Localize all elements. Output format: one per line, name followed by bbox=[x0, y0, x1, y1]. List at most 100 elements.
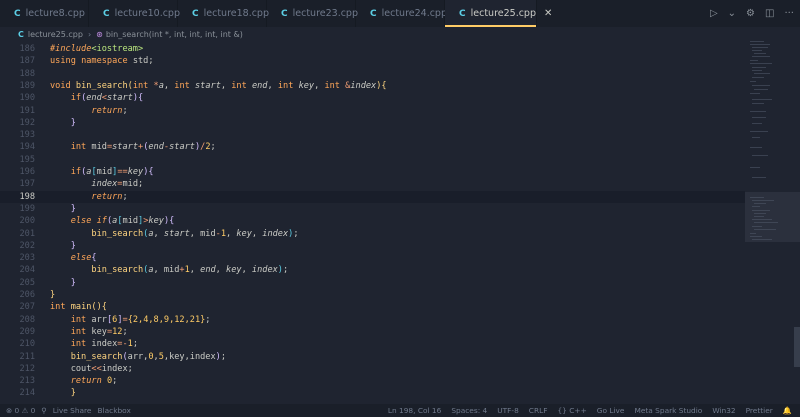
line-number: 210 bbox=[19, 339, 35, 350]
code-line: 212 cout<<index; bbox=[0, 363, 745, 375]
more-icon[interactable]: ··· bbox=[784, 8, 794, 19]
language-mode[interactable]: {} C++ bbox=[557, 406, 586, 415]
close-icon[interactable]: ✕ bbox=[544, 8, 552, 19]
code-line: 210 int index=-1; bbox=[0, 338, 745, 350]
code-line: 194 int mid=start+(end-start)/2; bbox=[0, 141, 745, 153]
function-icon: ⊛ bbox=[96, 29, 103, 39]
editor-actions: ▷ ⌄ ⚙ ◫ ··· bbox=[710, 0, 794, 27]
line-number: 208 bbox=[19, 314, 35, 325]
line-number: 196 bbox=[19, 167, 35, 177]
code-line: 199 } bbox=[0, 203, 745, 215]
code-line: 203 else{ bbox=[0, 252, 745, 264]
breadcrumb: C lecture25.cpp › ⊛ bin_search(int *, in… bbox=[0, 27, 800, 41]
line-number: 204 bbox=[19, 265, 35, 276]
line-number: 214 bbox=[19, 388, 35, 399]
code-line: 204 bin_search(a, mid+1, end, key, index… bbox=[0, 264, 745, 276]
code-line: 191 return; bbox=[0, 105, 745, 117]
code-line: 189 void bin_search(int *a, int start, in… bbox=[0, 80, 745, 92]
tab-label: lecture24.cpp bbox=[381, 8, 447, 19]
line-number: 200 bbox=[19, 216, 35, 227]
code-line: 187 using namespace std; bbox=[0, 55, 745, 67]
chevron-down-icon[interactable]: ⌄ bbox=[728, 8, 736, 19]
cpp-file-icon: C bbox=[370, 8, 377, 19]
indentation[interactable]: Spaces: 4 bbox=[451, 406, 487, 415]
scrollbar[interactable] bbox=[794, 327, 800, 367]
breadcrumb-file[interactable]: lecture25.cpp bbox=[28, 30, 83, 39]
line-number: 203 bbox=[19, 253, 35, 264]
live-share-button[interactable]: Live Share bbox=[53, 406, 92, 415]
code-line: 205 } bbox=[0, 277, 745, 289]
code-line: 202 } bbox=[0, 240, 745, 252]
tab-bar: Clecture8.cpp Clecture10.cpp Clecture18.… bbox=[0, 0, 800, 27]
tab-lecture10[interactable]: Clecture10.cpp bbox=[89, 0, 180, 27]
go-live-button[interactable]: Go Live bbox=[597, 406, 625, 415]
line-number: 191 bbox=[19, 105, 35, 116]
line-number: 206 bbox=[19, 290, 35, 300]
tab-lecture8[interactable]: Clecture8.cpp bbox=[0, 0, 89, 27]
code-line: 207 int main(){ bbox=[0, 301, 745, 313]
cpp-file-icon: C bbox=[459, 8, 466, 19]
meta-spark-button[interactable]: Meta Spark Studio bbox=[634, 406, 702, 415]
code-line: 213 return 0; bbox=[0, 375, 745, 387]
run-icon[interactable]: ▷ bbox=[710, 8, 718, 19]
status-bar: ⊗ 0 ⚠ 0 ⚲ Live Share Blackbox Ln 198, Co… bbox=[0, 404, 800, 417]
line-number: 209 bbox=[19, 326, 35, 337]
tab-label: lecture18.cpp bbox=[203, 8, 269, 19]
code-line: 206} bbox=[0, 289, 745, 301]
code-line: 201 bin_search(a, start, mid-1, key, ind… bbox=[0, 228, 745, 240]
tab-lecture24[interactable]: Clecture24.cpp bbox=[356, 0, 447, 27]
cpp-file-icon: C bbox=[192, 8, 199, 19]
line-number: 213 bbox=[19, 376, 35, 387]
gear-icon[interactable]: ⚙ bbox=[746, 8, 755, 19]
line-number: 193 bbox=[19, 130, 35, 141]
ports-icon[interactable]: ⚲ bbox=[41, 406, 46, 415]
code-line: 190 if(end<start){ bbox=[0, 92, 745, 104]
line-number: 194 bbox=[19, 142, 35, 153]
code-line: 193 bbox=[0, 129, 745, 141]
split-editor-icon[interactable]: ◫ bbox=[765, 8, 774, 19]
code-line: 211 bin_search(arr,0,5,key,index); bbox=[0, 351, 745, 363]
code-line: 209 int key=12; bbox=[0, 326, 745, 338]
code-line: 195 bbox=[0, 154, 745, 166]
blackbox-button[interactable]: Blackbox bbox=[97, 406, 130, 415]
line-number: 189 bbox=[19, 80, 35, 91]
tab-label: lecture8.cpp bbox=[25, 8, 85, 19]
code-line: 200 else if(a[mid]>key){ bbox=[0, 215, 745, 227]
prettier-button[interactable]: Prettier bbox=[746, 406, 773, 415]
status-right: Ln 198, Col 16 Spaces: 4 UTF-8 CRLF {} C… bbox=[388, 404, 792, 417]
code-editor[interactable]: 186 #include<iostream> 187 using namespace… bbox=[0, 43, 745, 404]
chevron-right-icon: › bbox=[87, 29, 92, 39]
code-line: 196 if(a[mid]==key){ bbox=[0, 166, 745, 178]
line-number: 202 bbox=[19, 240, 35, 251]
line-number: 186 bbox=[19, 44, 35, 54]
tab-lecture18[interactable]: Clecture18.cpp bbox=[178, 0, 269, 27]
code-line: 208 int arr[6]={2,4,8,9,12,21}; bbox=[0, 314, 745, 326]
line-number: 195 bbox=[19, 154, 35, 165]
code-line-current: 198 return; bbox=[0, 190, 745, 203]
platform[interactable]: Win32 bbox=[712, 406, 735, 415]
line-number: 199 bbox=[19, 203, 35, 214]
tab-lecture25[interactable]: Clecture25.cpp ✕ bbox=[445, 0, 552, 27]
line-ending[interactable]: CRLF bbox=[529, 406, 548, 415]
cpp-file-icon: C bbox=[18, 29, 24, 39]
code-line: 188 bbox=[0, 68, 745, 80]
tab-label: lecture10.cpp bbox=[114, 8, 180, 19]
code-line: 197 index=mid; bbox=[0, 178, 745, 190]
line-number: 211 bbox=[19, 351, 35, 362]
line-number: 190 bbox=[19, 93, 35, 104]
line-number: 197 bbox=[19, 179, 35, 190]
minimap[interactable] bbox=[745, 27, 800, 404]
encoding[interactable]: UTF-8 bbox=[497, 406, 519, 415]
line-number: 198 bbox=[19, 191, 35, 202]
bell-icon[interactable]: 🔔 bbox=[783, 406, 792, 415]
line-number: 207 bbox=[19, 302, 35, 313]
line-number: 212 bbox=[19, 363, 35, 374]
problems-indicator[interactable]: ⊗ 0 ⚠ 0 bbox=[6, 406, 35, 415]
line-number: 188 bbox=[19, 68, 35, 79]
breadcrumb-symbol[interactable]: bin_search(int *, int, int, int, int &) bbox=[106, 30, 243, 39]
code-line: 192 } bbox=[0, 117, 745, 129]
cpp-file-icon: C bbox=[103, 8, 110, 19]
tab-lecture23[interactable]: Clecture23.cpp bbox=[267, 0, 358, 27]
cursor-position[interactable]: Ln 198, Col 16 bbox=[388, 406, 441, 415]
code-line: 214 } bbox=[0, 387, 745, 399]
